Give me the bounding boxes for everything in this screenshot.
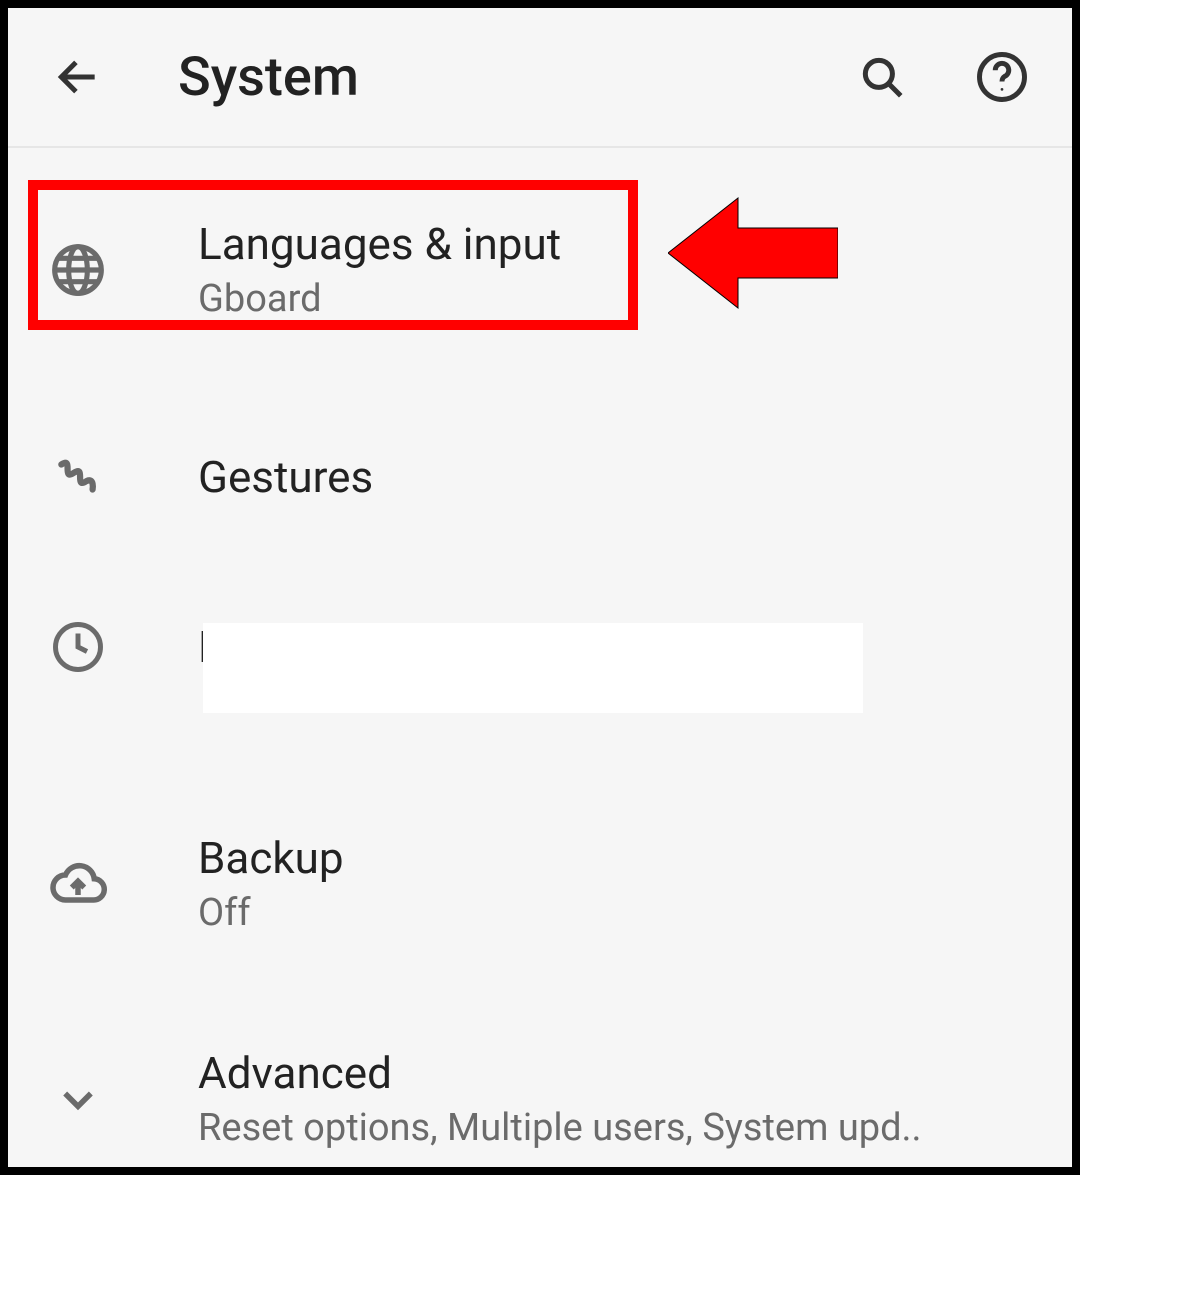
item-title: Advanced <box>198 1047 922 1100</box>
squiggle-icon <box>48 447 108 507</box>
item-subtitle: Gboard <box>198 277 561 323</box>
item-gestures[interactable]: Gestures <box>8 402 1072 552</box>
item-subtitle: Reset options, Multiple users, System up… <box>198 1106 922 1152</box>
search-button[interactable] <box>852 47 912 107</box>
appbar: System <box>8 8 1072 148</box>
appbar-actions <box>852 47 1032 107</box>
arrow-left-icon <box>53 52 103 102</box>
chevron-down-icon <box>48 1069 108 1129</box>
item-title: Languages & input <box>198 218 561 271</box>
item-subtitle: Off <box>198 891 344 937</box>
help-button[interactable] <box>972 47 1032 107</box>
item-advanced[interactable]: Advanced Reset options, Multiple users, … <box>8 1007 1072 1175</box>
search-icon <box>857 52 907 102</box>
item-languages-input[interactable]: Languages & input Gboard <box>8 178 1072 362</box>
help-icon <box>975 50 1029 104</box>
cloud-upload-icon <box>48 855 108 915</box>
item-backup[interactable]: Backup Off <box>8 792 1072 976</box>
redaction-box <box>203 623 863 713</box>
item-title: Gestures <box>198 451 373 504</box>
page-title: System <box>178 46 852 109</box>
item-title: Backup <box>198 832 344 885</box>
back-button[interactable] <box>48 47 108 107</box>
clock-icon <box>48 617 108 677</box>
globe-icon <box>48 240 108 300</box>
settings-screen: System <box>0 0 1080 1175</box>
